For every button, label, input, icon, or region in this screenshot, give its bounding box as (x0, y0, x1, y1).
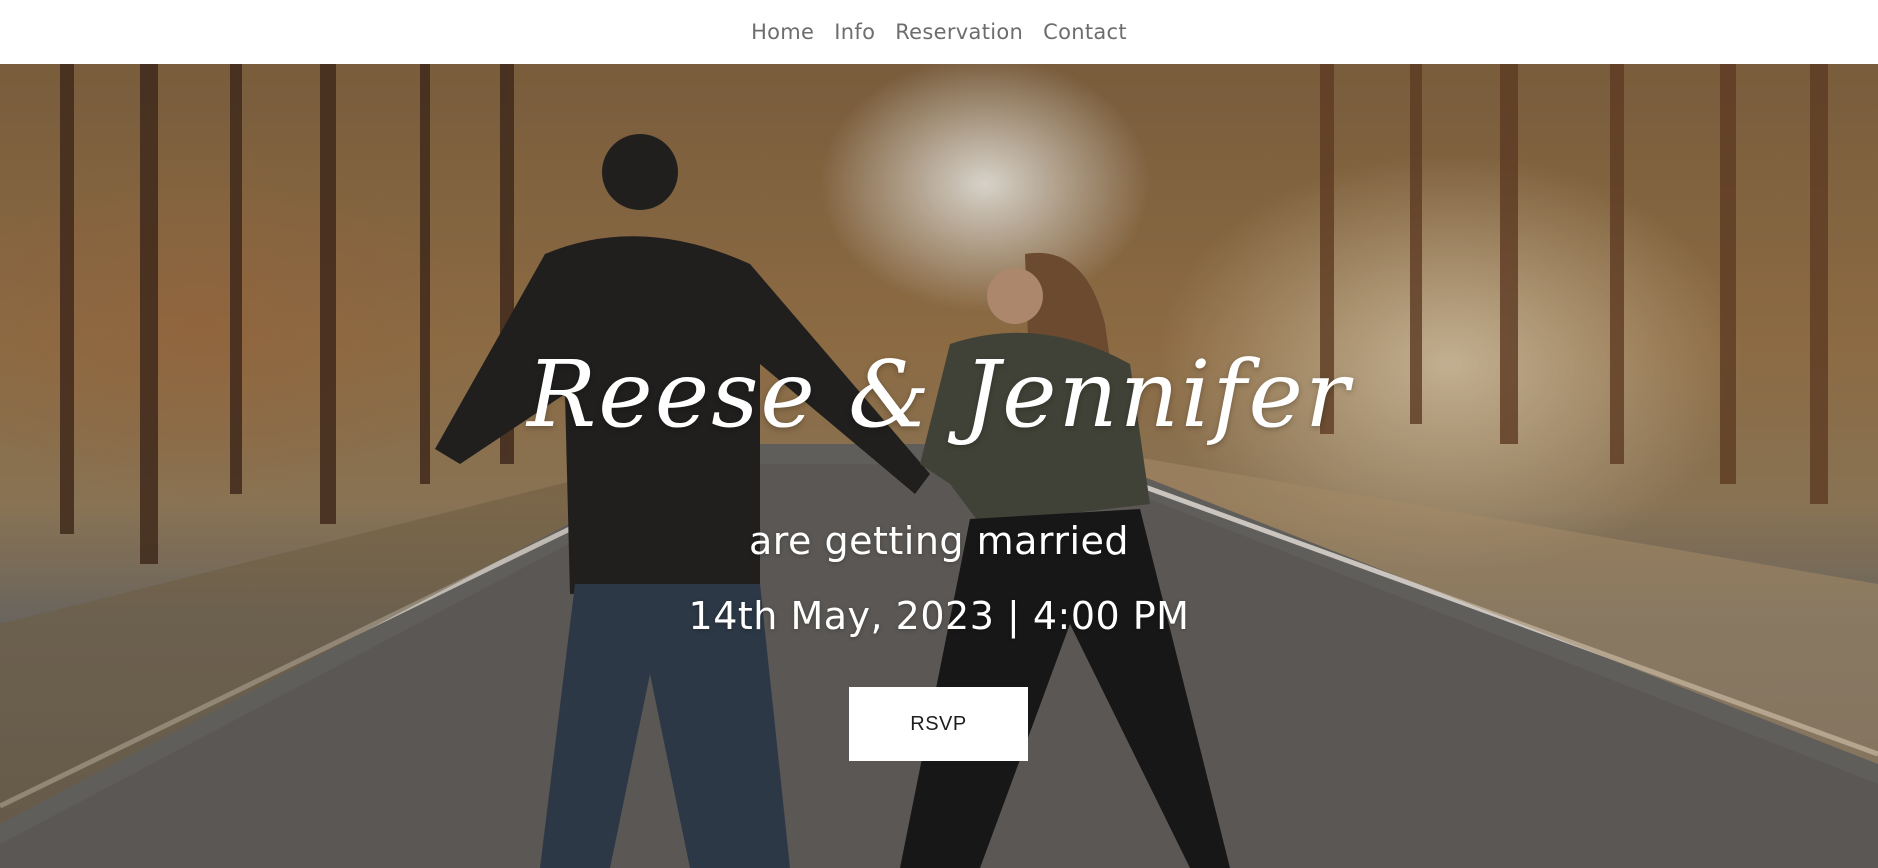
couple-names-heading: Reese & Jennifer (527, 341, 1351, 448)
nav-reservation-link[interactable]: Reservation (895, 20, 1023, 44)
top-navigation: Home Info Reservation Contact (0, 0, 1878, 64)
hero-section: Reese & Jennifer are getting married 14t… (0, 64, 1878, 868)
hero-subtitle: are getting married (748, 519, 1130, 563)
nav-home-link[interactable]: Home (751, 20, 814, 44)
rsvp-button[interactable]: RSVP (849, 687, 1028, 761)
nav-contact-link[interactable]: Contact (1043, 20, 1127, 44)
nav-info-link[interactable]: Info (834, 20, 875, 44)
event-date-time: 14th May, 2023 | 4:00 PM (688, 594, 1190, 638)
